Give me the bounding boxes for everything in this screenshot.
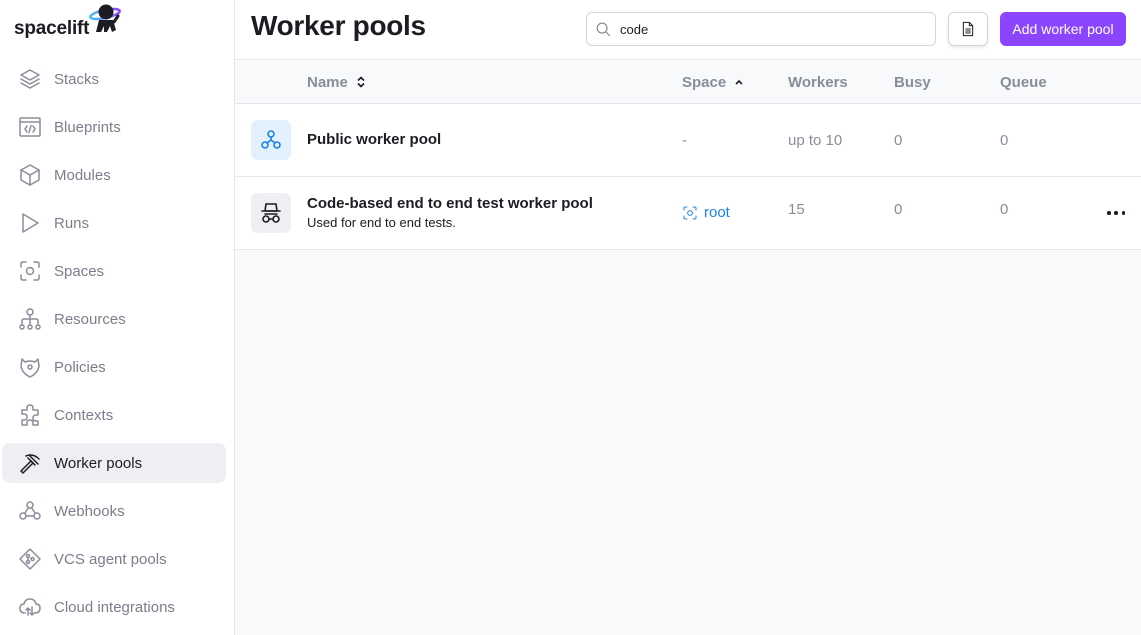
sidebar-item-label: Policies — [54, 358, 106, 376]
sidebar-item-label: Worker pools — [54, 454, 143, 472]
sidebar: spacelift Stacks Blueprints Modules Runs… — [0, 0, 235, 635]
space-name: root — [704, 204, 730, 221]
sidebar-item-modules[interactable]: Modules — [2, 155, 226, 195]
space-icon — [18, 259, 42, 283]
cloud-upload-icon — [18, 595, 42, 619]
policy-shield-icon — [18, 355, 42, 379]
table-header: Name Space Workers Busy Queue — [235, 60, 1141, 104]
column-header-busy: Busy — [894, 60, 931, 104]
page-header: Worker pools Add worker pool — [235, 0, 1141, 60]
hierarchy-icon — [18, 307, 42, 331]
sidebar-item-label: Contexts — [54, 406, 114, 424]
dot — [1107, 211, 1111, 215]
play-icon — [18, 211, 42, 235]
vcs-agent-icon — [18, 547, 42, 571]
search-field[interactable] — [586, 12, 936, 46]
space-cell: root — [682, 204, 730, 221]
blueprint-icon — [18, 115, 42, 139]
column-label: Workers — [788, 73, 848, 91]
app: spacelift Stacks Blueprints Modules Runs… — [0, 0, 1141, 635]
busy-cell: 0 — [894, 132, 903, 149]
sidebar-nav: Stacks Blueprints Modules Runs Spaces Re… — [2, 59, 226, 635]
column-header-workers: Workers — [788, 60, 848, 104]
cube-icon — [18, 163, 42, 187]
sort-both-icon — [356, 76, 366, 88]
pool-name-cell: Public worker pool — [307, 131, 441, 148]
column-label: Queue — [1000, 73, 1047, 91]
main-content: Worker pools Add worker pool Name Space — [235, 0, 1141, 635]
column-header-space[interactable]: Space — [682, 60, 744, 104]
queue-cell: 0 — [1000, 132, 1009, 149]
sidebar-item-label: Resources — [54, 310, 126, 328]
sidebar-item-vcs-agent-pools[interactable]: VCS agent pools — [2, 539, 226, 579]
sidebar-item-cloud-integrations[interactable]: Cloud integrations — [2, 587, 226, 627]
sidebar-item-label: Webhooks — [54, 502, 125, 520]
workers-cell: 15 — [788, 201, 805, 218]
column-header-queue: Queue — [1000, 60, 1047, 104]
sidebar-item-label: Cloud integrations — [54, 598, 175, 616]
dot — [1114, 211, 1118, 215]
busy-cell: 0 — [894, 201, 903, 218]
sidebar-item-spaces[interactable]: Spaces — [2, 251, 226, 291]
sidebar-item-label: Spaces — [54, 262, 105, 280]
document-icon — [962, 21, 974, 37]
logo-astronaut-icon — [89, 4, 122, 32]
pool-name-cell: Code-based end to end test worker pool U… — [307, 195, 593, 230]
sidebar-item-resources[interactable]: Resources — [2, 299, 226, 339]
page-title: Worker pools — [251, 10, 426, 41]
space-icon — [683, 206, 697, 219]
column-label: Space — [682, 73, 727, 91]
table-row[interactable]: Code-based end to end test worker pool U… — [235, 177, 1141, 250]
pool-name[interactable]: Code-based end to end test worker pool — [307, 195, 593, 212]
sidebar-item-webhooks[interactable]: Webhooks — [2, 491, 226, 531]
sort-ascending-icon — [734, 76, 744, 88]
dot — [1121, 211, 1125, 215]
search-icon — [596, 22, 611, 36]
column-header-name[interactable]: Name — [307, 60, 366, 104]
sidebar-item-policies[interactable]: Policies — [2, 347, 226, 387]
sidebar-item-label: Modules — [54, 166, 111, 184]
private-pool-icon — [251, 193, 291, 233]
logo-text: spacelift — [14, 18, 90, 39]
table-row[interactable]: Public worker pool - up to 10 0 0 — [235, 104, 1141, 177]
webhook-icon — [18, 499, 42, 523]
sidebar-item-label: VCS agent pools — [54, 550, 167, 568]
column-label: Name — [307, 73, 348, 91]
column-label: Busy — [894, 73, 931, 91]
sidebar-item-label: Blueprints — [54, 118, 121, 136]
pool-description: Used for end to end tests. — [307, 215, 456, 230]
sidebar-item-label: Stacks — [54, 70, 100, 88]
sidebar-item-contexts[interactable]: Contexts — [2, 395, 226, 435]
space-link[interactable]: root — [682, 204, 730, 221]
pickaxe-icon — [18, 451, 42, 475]
sidebar-item-blueprints[interactable]: Blueprints — [2, 107, 226, 147]
sidebar-item-worker-pools[interactable]: Worker pools — [2, 443, 226, 483]
public-pool-icon — [251, 120, 291, 160]
queue-cell: 0 — [1000, 201, 1009, 218]
puzzle-icon — [18, 403, 42, 427]
space-cell: - — [682, 132, 687, 149]
more-actions-button[interactable] — [1107, 205, 1125, 221]
workers-cell: up to 10 — [788, 132, 843, 149]
search-input[interactable] — [620, 21, 920, 37]
layers-icon — [18, 67, 42, 91]
add-worker-pool-button[interactable]: Add worker pool — [1000, 12, 1126, 46]
logo[interactable]: spacelift — [14, 4, 122, 40]
sidebar-item-stacks[interactable]: Stacks — [2, 59, 226, 99]
documentation-button[interactable] — [948, 12, 988, 46]
pool-name[interactable]: Public worker pool — [307, 131, 441, 148]
sidebar-item-label: Runs — [54, 214, 90, 232]
sidebar-item-runs[interactable]: Runs — [2, 203, 226, 243]
